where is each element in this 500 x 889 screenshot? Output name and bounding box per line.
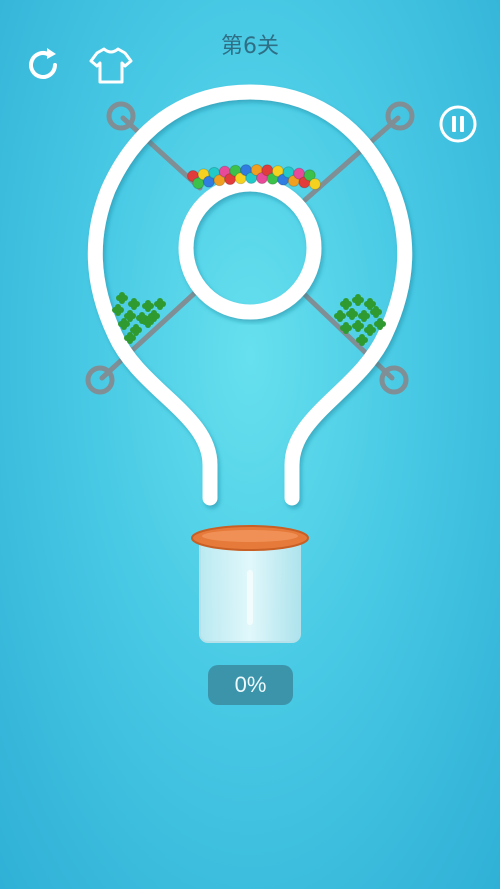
progress-text: 0%: [234, 672, 267, 697]
clover: [142, 300, 154, 312]
inner-ring: [178, 176, 322, 320]
cup: [191, 525, 309, 643]
clover: [128, 298, 140, 310]
clover: [154, 298, 166, 310]
clover: [364, 324, 376, 336]
clover: [340, 298, 352, 310]
game-scene: [85, 84, 415, 643]
clover: [334, 310, 346, 322]
clover: [116, 292, 128, 304]
ball: [309, 178, 321, 190]
clover: [346, 308, 358, 320]
clover: [352, 320, 364, 332]
clover: [358, 310, 370, 322]
clover: [352, 294, 364, 306]
progress-indicator: 0%: [208, 665, 293, 705]
